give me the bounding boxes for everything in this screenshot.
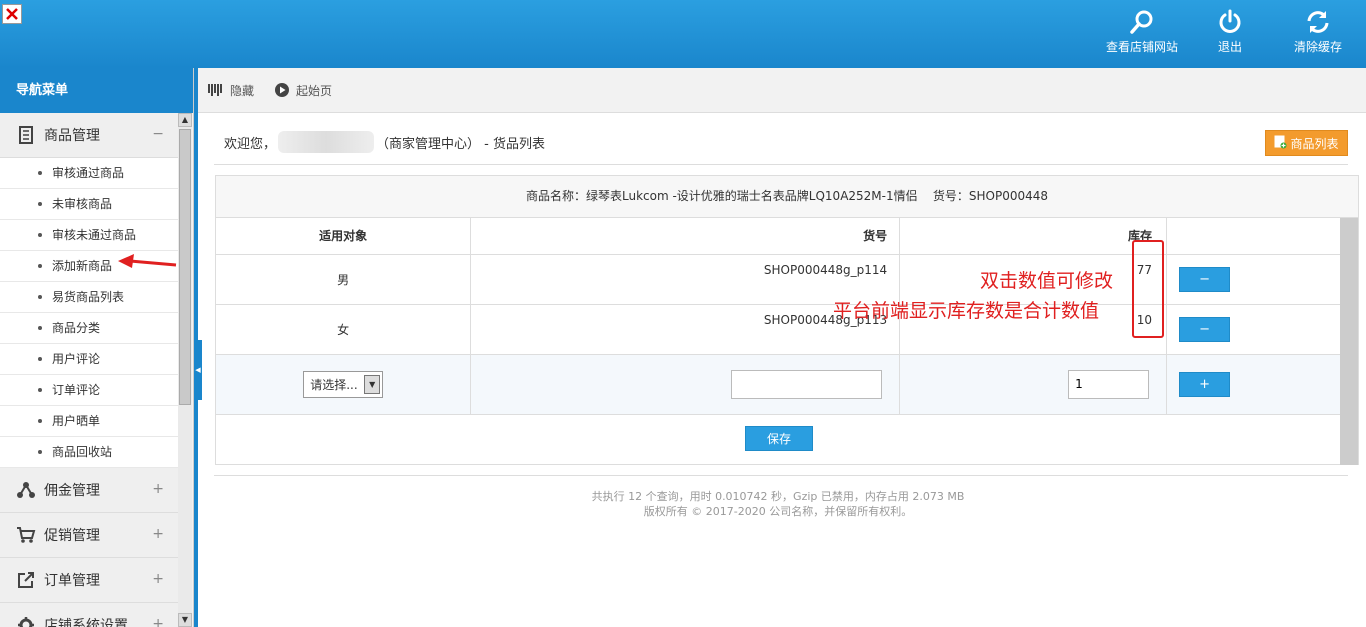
sidebar-title: 导航菜单 — [0, 68, 193, 113]
submenu-products: 审核通过商品 未审核商品 审核未通过商品 添加新商品 易货商品列表 商品分类 用… — [0, 158, 178, 468]
top-header: 查看店铺网站 退出 清除缓存 — [0, 0, 1366, 68]
barcode-icon — [208, 83, 224, 97]
logout-button[interactable]: 退出 — [1190, 8, 1270, 60]
menu-group-label: 商品管理 — [44, 128, 100, 144]
sidebar-item-user-shares[interactable]: 用户晒单 — [0, 406, 178, 437]
expand-icon[interactable]: + — [152, 526, 164, 542]
home-label: 起始页 — [296, 83, 333, 98]
col-target: 适用对象 — [216, 218, 472, 255]
menu-group-commission[interactable]: 佣金管理 + — [0, 468, 178, 513]
table-header: 适用对象 货号 库存 — [216, 218, 1342, 255]
scroll-thumb[interactable] — [179, 129, 191, 405]
sidebar-item-unreviewed[interactable]: 未审核商品 — [0, 189, 178, 220]
close-icon[interactable] — [2, 4, 22, 24]
export-icon — [16, 570, 36, 590]
menu-group-orders[interactable]: 订单管理 + — [0, 558, 178, 603]
scroll-up-icon[interactable]: ▲ — [178, 113, 192, 127]
expand-icon[interactable]: + — [152, 481, 164, 497]
remove-row-button[interactable]: − — [1179, 266, 1231, 292]
divider — [214, 164, 1348, 165]
hide-label: 隐藏 — [230, 83, 255, 98]
goods-panel: 商品名称：绿琴表Lukcom -设计优雅的瑞士名表品牌LQ10A252M-1情侣… — [215, 175, 1359, 465]
row-target: 男 — [216, 254, 472, 305]
target-select[interactable]: 请选择... ▼ — [303, 370, 384, 398]
col-actions — [1166, 218, 1342, 255]
sidebar-item-rejected[interactable]: 审核未通过商品 — [0, 220, 178, 251]
annotation-text-1: 双击数值可修改 — [980, 270, 1114, 292]
divider — [214, 475, 1348, 476]
welcome-text: 欢迎您， （商家管理中心） - 货品列表 — [224, 131, 545, 153]
sidebar-scrollbar[interactable]: ▲ ▼ — [178, 113, 192, 627]
expand-icon[interactable]: + — [152, 616, 164, 627]
toolbar: 隐藏 起始页 — [198, 68, 1366, 113]
view-store-button[interactable]: 查看店铺网站 — [1102, 8, 1182, 60]
add-row: 请选择... ▼ + — [216, 354, 1342, 415]
sidebar-item-order-reviews[interactable]: 订单评论 — [0, 375, 178, 406]
hide-sidebar-button[interactable]: 隐藏 — [208, 82, 254, 99]
table-row: 女 SHOP000448g_p113 10 − — [216, 304, 1342, 355]
menu-group-label: 店铺系统设置 — [44, 618, 128, 627]
doc-icon — [16, 125, 36, 145]
goods-table: 适用对象 货号 库存 男 SHOP000448g_p114 77 − 女 SHO… — [216, 218, 1342, 415]
logout-label: 退出 — [1217, 40, 1242, 54]
col-stock: 库存 — [899, 218, 1168, 255]
power-icon — [1219, 9, 1241, 33]
welcome-prefix: 欢迎您， — [224, 136, 277, 152]
product-title: 商品名称：绿琴表Lukcom -设计优雅的瑞士名表品牌LQ10A252M-1情侣… — [216, 176, 1358, 218]
sidebar: 导航菜单 商品管理 − 审核通过商品 未审核商品 审核未通过商品 添加新商品 易… — [0, 68, 194, 627]
select-value: 请选择... — [310, 377, 358, 392]
remove-row-button[interactable]: − — [1179, 316, 1231, 342]
menu-group-settings[interactable]: 店铺系统设置 + — [0, 603, 178, 627]
welcome-suffix: （商家管理中心） - 货品列表 — [376, 136, 545, 152]
search-icon — [1130, 10, 1153, 34]
gear-icon — [16, 615, 36, 627]
menu-group-promotion[interactable]: 促销管理 + — [0, 513, 178, 558]
footer: 共执行 12 个查询，用时 0.010742 秒，Gzip 已禁用，内存占用 2… — [198, 489, 1358, 519]
sidebar-item-barter-list[interactable]: 易货商品列表 — [0, 282, 178, 313]
annotation-text-2: 平台前端显示库存数是合计数值 — [833, 300, 1100, 322]
annotation-highlight-box — [1132, 240, 1164, 338]
sidebar-item-categories[interactable]: 商品分类 — [0, 313, 178, 344]
chevron-down-icon[interactable]: ▼ — [364, 374, 381, 394]
sku-input[interactable] — [731, 369, 883, 399]
cart-icon — [16, 525, 36, 545]
panel-scrollbar[interactable] — [1340, 218, 1358, 465]
add-row-button[interactable]: + — [1179, 371, 1231, 397]
menu-group-products[interactable]: 商品管理 − — [0, 113, 178, 158]
row-target: 女 — [216, 304, 472, 355]
sidebar-item-user-reviews[interactable]: 用户评论 — [0, 344, 178, 375]
annotation-arrow-icon — [118, 254, 177, 268]
refresh-icon — [1307, 11, 1329, 33]
footer-stats: 共执行 12 个查询，用时 0.010742 秒，Gzip 已禁用，内存占用 2… — [591, 490, 965, 503]
blurred-username — [278, 131, 375, 153]
menu-group-label: 佣金管理 — [44, 483, 100, 499]
menu-group-label: 订单管理 — [44, 573, 100, 589]
quantity-input[interactable] — [1068, 369, 1150, 399]
home-page-button[interactable]: 起始页 — [274, 82, 332, 99]
menu-group-label: 促销管理 — [44, 528, 100, 544]
save-button[interactable]: 保存 — [745, 426, 813, 451]
share-icon — [16, 480, 36, 500]
add-doc-icon — [1274, 135, 1287, 152]
collapse-icon[interactable]: − — [152, 126, 164, 142]
col-sku: 货号 — [470, 218, 901, 255]
table-row: 男 SHOP000448g_p114 77 − — [216, 254, 1342, 305]
play-circle-icon — [274, 82, 290, 98]
view-store-label: 查看店铺网站 — [1105, 40, 1178, 54]
clear-cache-label: 清除缓存 — [1293, 40, 1342, 54]
clear-cache-button[interactable]: 清除缓存 — [1278, 8, 1358, 60]
main-content: 欢迎您， （商家管理中心） - 货品列表 商品列表 商品名称：绿琴表Lukcom… — [198, 113, 1366, 627]
sidebar-item-recycle-bin[interactable]: 商品回收站 — [0, 437, 178, 468]
footer-copyright: 版权所有 © 2017-2020 公司名称，并保留所有权利。 — [643, 505, 913, 518]
sidebar-item-approved[interactable]: 审核通过商品 — [0, 158, 178, 189]
scroll-down-icon[interactable]: ▼ — [178, 613, 192, 627]
expand-icon[interactable]: + — [152, 571, 164, 587]
product-list-button[interactable]: 商品列表 — [1265, 130, 1348, 156]
product-list-label: 商品列表 — [1290, 136, 1339, 151]
